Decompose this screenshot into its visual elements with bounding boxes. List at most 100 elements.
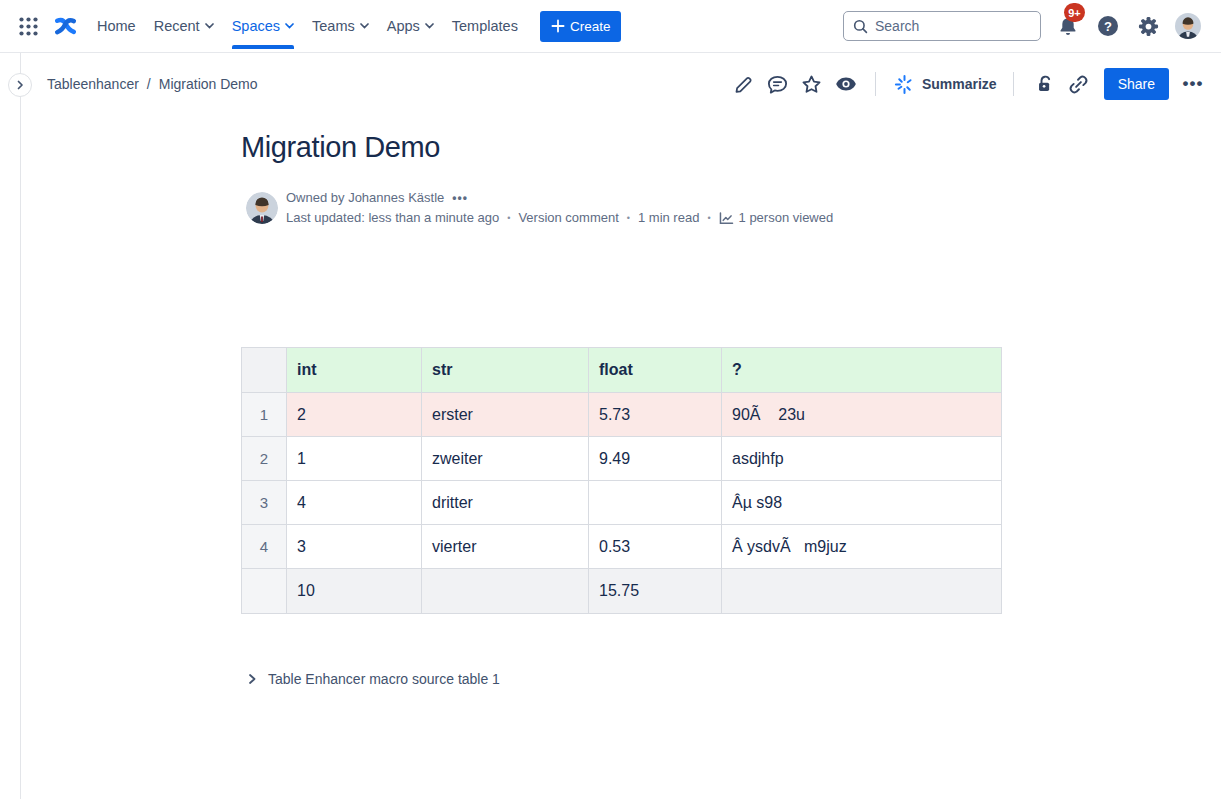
nav-templates-label: Templates: [452, 18, 518, 34]
summarize-label: Summarize: [922, 76, 997, 92]
watch-button[interactable]: [833, 71, 859, 97]
table-footer-row: 10 15.75: [242, 569, 1002, 614]
share-button-label: Share: [1118, 76, 1155, 92]
nav-apps-label: Apps: [387, 18, 420, 34]
create-button[interactable]: Create: [540, 11, 622, 42]
page-title: Migration Demo: [241, 128, 1001, 166]
top-navigation: Home Recent Spaces Teams Apps Templates …: [0, 0, 1221, 53]
star-button[interactable]: [799, 71, 825, 97]
footer-cell: 10: [287, 569, 422, 614]
link-icon: [1067, 73, 1090, 96]
table-cell: 0.53: [589, 525, 722, 569]
breadcrumb-space[interactable]: Tableenhancer: [47, 76, 139, 92]
footer-cell: 15.75: [589, 569, 722, 614]
sparkle-icon: [894, 74, 915, 95]
nav-recent-label: Recent: [154, 18, 200, 34]
table-cell: [589, 481, 722, 525]
confluence-app: Home Recent Spaces Teams Apps Templates …: [0, 0, 1221, 799]
summarize-button[interactable]: Summarize: [894, 74, 997, 95]
last-updated-text: Last updated: less than a minute ago: [286, 208, 499, 228]
row-number-cell: 1: [242, 393, 287, 437]
help-icon: ?: [1096, 14, 1120, 38]
table-cell: 9.49: [589, 437, 722, 481]
table-cell: Â ysdvÃ m9juz: [722, 525, 1002, 569]
share-button[interactable]: Share: [1104, 68, 1169, 100]
more-actions-button[interactable]: •••: [1179, 71, 1207, 97]
create-button-label: Create: [570, 19, 611, 34]
expand-sidebar-button[interactable]: [8, 73, 32, 97]
row-number-cell: 4: [242, 525, 287, 569]
page-content: Migration Demo Owned by Johannes Kästle …: [241, 128, 1001, 687]
confluence-logo-icon[interactable]: [53, 14, 78, 39]
table-corner-cell: [242, 348, 287, 393]
table-row: 4 3 vierter 0.53 Â ysdvÃ m9juz: [242, 525, 1002, 569]
column-header-int: int: [287, 348, 422, 393]
gear-icon: [1137, 15, 1160, 38]
row-number-cell: 3: [242, 481, 287, 525]
nav-right-cluster: 9+ ?: [843, 11, 1201, 41]
table-cell: 3: [287, 525, 422, 569]
restrictions-button[interactable]: [1032, 71, 1058, 97]
table-cell: dritter: [422, 481, 589, 525]
column-header-str: str: [422, 348, 589, 393]
breadcrumb-separator: /: [147, 76, 151, 92]
meta-separator: •: [507, 208, 510, 228]
help-button[interactable]: ?: [1095, 13, 1121, 39]
enhanced-table: int str float ? 1 2 erster 5.73 90Ã 23u: [241, 347, 1001, 614]
table-header-row: int str float ?: [242, 348, 1002, 393]
owner-avatar[interactable]: [246, 192, 278, 224]
analytics-chart-icon: [719, 212, 734, 225]
nav-apps[interactable]: Apps: [387, 18, 434, 34]
chevron-right-icon: [247, 673, 257, 685]
avatar-image: [246, 192, 278, 224]
nav-menu: Home Recent Spaces Teams Apps Templates: [97, 18, 518, 34]
avatar-image: [1175, 12, 1201, 40]
breadcrumb: Tableenhancer / Migration Demo: [47, 76, 258, 92]
version-comment-text: Version comment: [518, 208, 618, 228]
unlock-icon: [1034, 73, 1056, 95]
search-box[interactable]: [843, 11, 1041, 41]
expand-macro-toggle[interactable]: Table Enhancer macro source table 1: [241, 671, 1001, 687]
byline: Owned by Johannes Kästle ••• Last update…: [241, 188, 1001, 228]
nav-home[interactable]: Home: [97, 18, 136, 34]
table-cell: Âµ s98: [722, 481, 1002, 525]
breadcrumb-page[interactable]: Migration Demo: [159, 76, 258, 92]
table-cell: 90Ã 23u: [722, 393, 1002, 437]
footer-cell: [422, 569, 589, 614]
search-input[interactable]: [875, 18, 1015, 34]
comment-button[interactable]: [765, 71, 791, 97]
notification-badge: 9+: [1064, 3, 1085, 22]
table-row: 3 4 dritter Âµ s98: [242, 481, 1002, 525]
row-number-cell: 2: [242, 437, 287, 481]
edit-button[interactable]: [731, 71, 757, 97]
search-icon: [853, 19, 868, 34]
toolbar-divider: [875, 72, 876, 96]
eye-icon: [834, 72, 858, 96]
copy-link-button[interactable]: [1066, 71, 1092, 97]
settings-button[interactable]: [1135, 13, 1161, 39]
app-switcher-icon[interactable]: [18, 16, 38, 36]
nav-spaces[interactable]: Spaces: [232, 18, 294, 34]
table-cell: 1: [287, 437, 422, 481]
table-cell: 4: [287, 481, 422, 525]
column-header-float: float: [589, 348, 722, 393]
row-number-cell: [242, 569, 287, 614]
chevron-down-icon: [360, 23, 369, 29]
table-cell: zweiter: [422, 437, 589, 481]
sidebar-rail: [20, 53, 21, 799]
column-header-q: ?: [722, 348, 1002, 393]
meta-separator: •: [627, 208, 630, 228]
nav-teams[interactable]: Teams: [312, 18, 369, 34]
owner-more-button[interactable]: •••: [452, 188, 468, 208]
chevron-down-icon: [205, 23, 214, 29]
nav-templates[interactable]: Templates: [452, 18, 518, 34]
user-avatar[interactable]: [1175, 13, 1201, 39]
nav-teams-label: Teams: [312, 18, 355, 34]
read-time-text: 1 min read: [638, 208, 699, 228]
notifications-button[interactable]: 9+: [1055, 13, 1081, 39]
toolbar-divider: [1013, 72, 1014, 96]
nav-spaces-label: Spaces: [232, 18, 280, 34]
nav-recent[interactable]: Recent: [154, 18, 214, 34]
analytics-item[interactable]: 1 person viewed: [719, 208, 834, 228]
chevron-down-icon: [425, 23, 434, 29]
